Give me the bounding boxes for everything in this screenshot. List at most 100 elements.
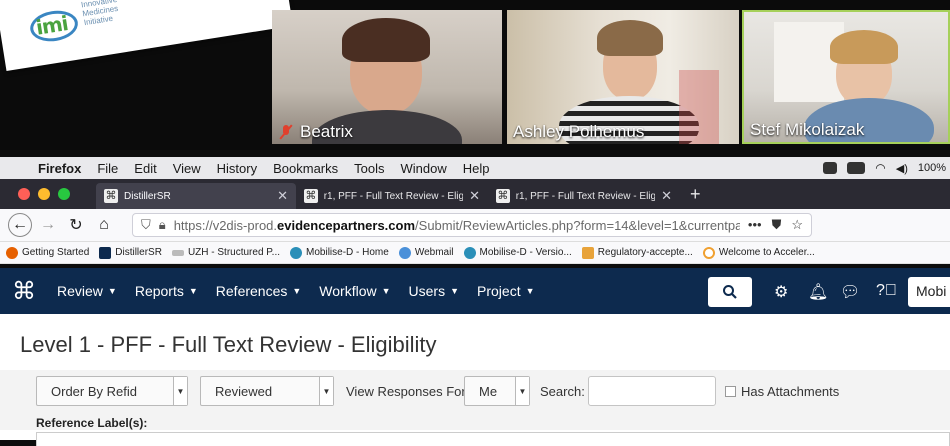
menu-tools[interactable]: Tools xyxy=(346,161,392,176)
bookmark-welcome[interactable]: Welcome to Acceler... xyxy=(702,246,815,259)
menu-window[interactable]: Window xyxy=(393,161,455,176)
filter-bar: Order By Refid ▼ Reviewed ▼ View Respons… xyxy=(0,370,950,446)
forward-arrow-icon[interactable]: → xyxy=(36,213,60,237)
menu-edit[interactable]: Edit xyxy=(126,161,164,176)
help-icon[interactable]: ?⃝ xyxy=(876,282,897,300)
imi-logo-subtitle: Innovative Medicines Initiative xyxy=(80,0,143,27)
distiller-favicon-icon: ⌘ xyxy=(104,189,118,203)
nav-workflow[interactable]: Workflow ▼ xyxy=(310,283,399,299)
select-value: Me xyxy=(479,383,498,399)
bookmark-regulatory[interactable]: Regulatory-accepte... xyxy=(581,246,693,259)
caret-down-icon: ▼ xyxy=(525,286,535,296)
menu-file[interactable]: File xyxy=(89,161,126,176)
battery-percentage[interactable]: 100% xyxy=(918,162,946,174)
has-attachments-checkbox[interactable] xyxy=(725,386,736,397)
search-icon[interactable] xyxy=(708,277,752,307)
bookmark-distillersr[interactable]: DistillerSR xyxy=(99,246,162,259)
nav-label: Project xyxy=(477,283,521,299)
video-call-strip: imi Innovative Medicines Initiative Beat… xyxy=(0,0,950,150)
clock-icon xyxy=(702,246,715,259)
bookmarks-toolbar: Getting Started DistillerSR UZH - Struct… xyxy=(0,242,950,264)
url-actions: ••• ⛊ ☆ xyxy=(748,217,803,233)
order-by-select[interactable]: Order By Refid ▼ xyxy=(36,376,188,406)
user-menu-button[interactable]: Mobi xyxy=(908,277,950,307)
bookmark-label: Regulatory-accepte... xyxy=(597,247,693,258)
app-nav-bar: ⌘ Review ▼ Reports ▼ References ▼ Workflow ▼… xyxy=(0,268,950,314)
browser-tab[interactable]: ⌘ r1, PFF - Full Text Review - Eligi ✕ xyxy=(296,183,488,209)
select-value: Reviewed xyxy=(215,383,273,399)
imi-logo-mark: imi xyxy=(34,11,70,40)
bookmark-webmail[interactable]: Webmail xyxy=(398,246,454,259)
bookmark-mobilise-home[interactable]: Mobilise-D - Home xyxy=(290,246,389,259)
view-responses-select[interactable]: Me ▼ xyxy=(464,376,530,406)
wifi-icon[interactable]: ◠ xyxy=(875,161,885,175)
bookmark-getting-started[interactable]: Getting Started xyxy=(6,246,89,259)
chat-icon[interactable]: 💬︎ xyxy=(840,282,860,302)
menu-extras: ◠ ◀) 100% xyxy=(823,157,950,179)
url-bar[interactable]: ⛉ 🔒︎ https://v2dis-prod.evidencepartners… xyxy=(132,213,812,237)
menu-history[interactable]: History xyxy=(209,161,265,176)
gear-icon[interactable]: ⚙ xyxy=(774,282,788,302)
page-title: Level 1 - PFF - Full Text Review - Eligi… xyxy=(20,332,437,357)
bookmark-star-icon[interactable]: ☆ xyxy=(791,217,803,233)
new-tab-icon[interactable]: + xyxy=(680,184,711,209)
menu-help[interactable]: Help xyxy=(455,161,498,176)
close-tab-icon[interactable]: ✕ xyxy=(469,188,480,204)
menu-app-firefox[interactable]: Firefox xyxy=(30,161,89,176)
nav-references[interactable]: References ▼ xyxy=(207,283,311,299)
close-window-icon[interactable] xyxy=(18,188,30,200)
back-arrow-icon[interactable]: ← xyxy=(8,213,32,237)
menu-view[interactable]: View xyxy=(165,161,209,176)
distiller-favicon-icon: ⌘ xyxy=(304,189,318,203)
bookmark-uzh[interactable]: UZH - Structured P... xyxy=(171,247,280,258)
participant-name: Ashley Polhemus xyxy=(513,122,644,142)
browser-tab[interactable]: ⌘ DistillerSR ✕ xyxy=(96,183,296,209)
nav-users[interactable]: Users ▼ xyxy=(400,283,468,299)
participant-tile-active-speaker[interactable]: Stef Mikolaizak xyxy=(742,10,950,144)
nav-review[interactable]: Review ▼ xyxy=(48,283,126,299)
volume-icon[interactable]: ◀) xyxy=(896,162,908,175)
keyboard-status-icon[interactable] xyxy=(847,162,866,174)
nav-reports[interactable]: Reports ▼ xyxy=(126,283,207,299)
select-value: Order By Refid xyxy=(51,383,137,399)
home-icon[interactable]: ⌂ xyxy=(92,213,116,237)
reload-icon[interactable]: ↻ xyxy=(64,213,88,237)
page-content: Level 1 - PFF - Full Text Review - Eligi… xyxy=(0,314,950,446)
browser-tab[interactable]: ⌘ r1, PFF - Full Text Review - Eligi ✕ xyxy=(488,183,680,209)
dropdown-arrow-icon: ▼ xyxy=(515,377,529,405)
nav-project[interactable]: Project ▼ xyxy=(468,283,544,299)
tracking-shield-icon[interactable]: ⛉ xyxy=(141,217,151,233)
dropdown-arrow-icon: ▼ xyxy=(319,377,333,405)
participant-name-text: Beatrix xyxy=(300,122,353,141)
mac-menu-bar: Firefox File Edit View History Bookmarks… xyxy=(0,157,950,179)
lock-icon[interactable]: 🔒︎ xyxy=(159,217,166,233)
participant-tile[interactable]: Ashley Polhemus xyxy=(507,10,739,144)
close-tab-icon[interactable]: ✕ xyxy=(661,188,672,204)
tab-title: DistillerSR xyxy=(124,190,171,202)
bookmark-mobilise-version[interactable]: Mobilise-D - Versio... xyxy=(463,246,572,259)
tab-title: r1, PFF - Full Text Review - Eligi xyxy=(323,190,464,202)
shield-status-icon[interactable] xyxy=(823,162,838,174)
minimize-window-icon[interactable] xyxy=(38,188,50,200)
view-responses-label: View Responses For: xyxy=(346,384,470,399)
caret-down-icon: ▼ xyxy=(381,286,391,296)
url-path: /Submit/ReviewArticles.php?form=14&level… xyxy=(415,217,740,233)
firefox-icon xyxy=(6,246,18,259)
nav-label: Review xyxy=(57,283,103,299)
close-tab-icon[interactable]: ✕ xyxy=(277,188,288,204)
menu-bookmarks[interactable]: Bookmarks xyxy=(265,161,346,176)
webmail-icon xyxy=(398,246,411,259)
participant-tile[interactable]: Beatrix xyxy=(272,10,502,144)
search-input[interactable] xyxy=(588,376,716,406)
maximize-window-icon[interactable] xyxy=(58,188,70,200)
url-host: evidencepartners.com xyxy=(277,217,416,233)
reference-label-input[interactable] xyxy=(36,432,950,446)
has-attachments-label[interactable]: Has Attachments xyxy=(741,384,839,399)
distiller-logo-icon[interactable]: ⌘ xyxy=(0,277,48,305)
nav-label: Users xyxy=(408,283,446,299)
pocket-icon[interactable]: ⛊ xyxy=(772,217,782,233)
caret-down-icon: ▼ xyxy=(107,286,117,296)
bell-icon[interactable]: 🔔︎ xyxy=(808,282,828,302)
status-select[interactable]: Reviewed ▼ xyxy=(200,376,334,406)
page-actions-icon[interactable]: ••• xyxy=(748,217,762,233)
